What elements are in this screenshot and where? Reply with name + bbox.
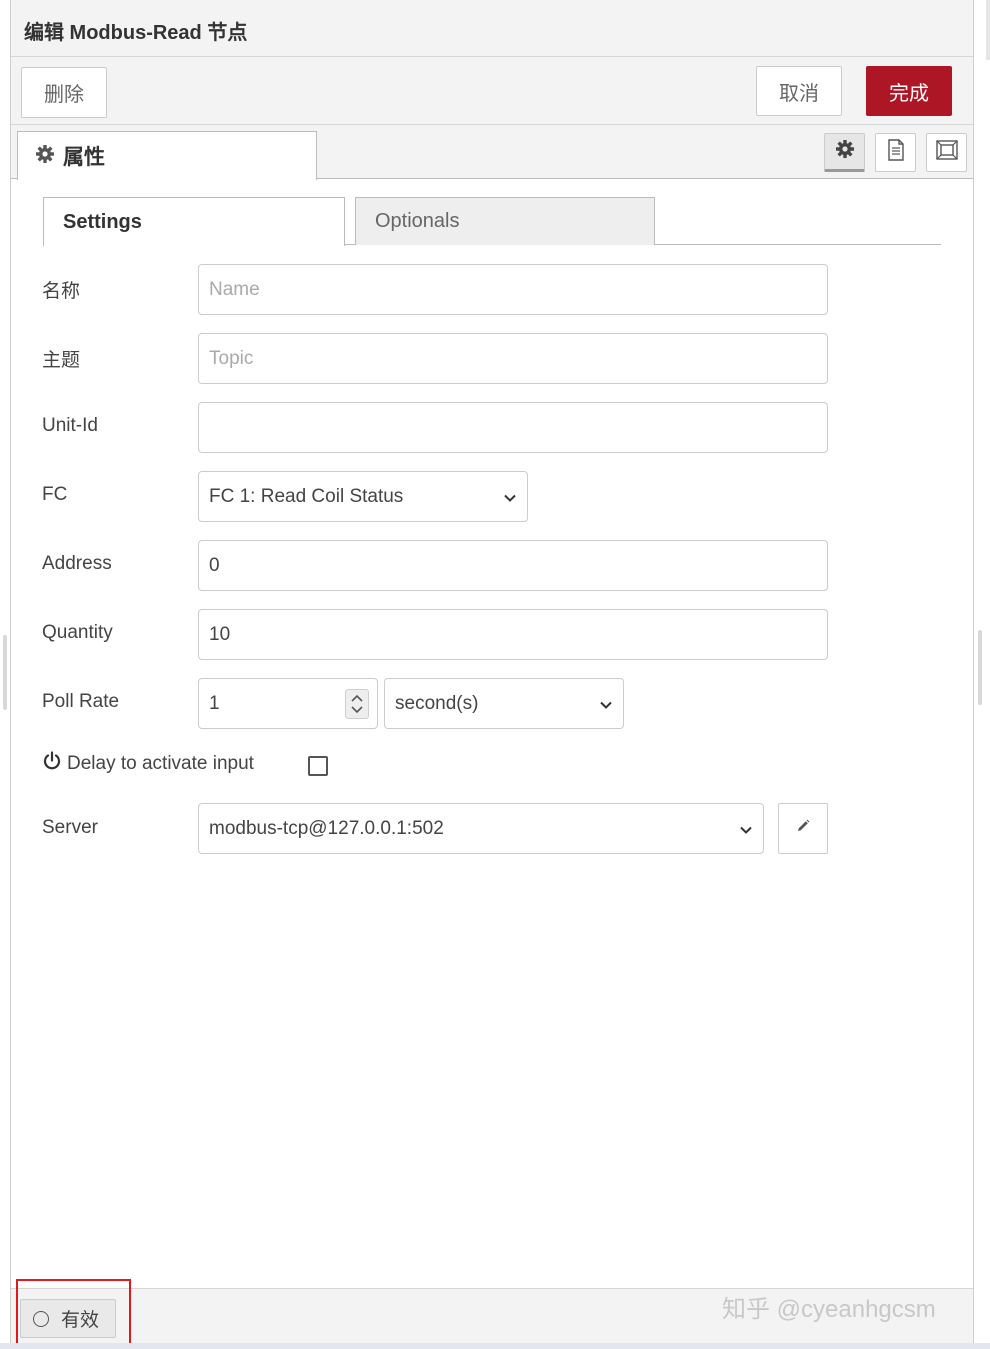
tray-title: 编辑 Modbus-Read 节点 — [24, 22, 248, 44]
right-resize-grip[interactable] — [978, 630, 982, 705]
tray-header: 编辑 Modbus-Read 节点 — [11, 0, 973, 57]
tab-settings[interactable]: Settings — [43, 197, 345, 246]
topic-input[interactable]: Topic — [198, 333, 828, 384]
name-input[interactable]: Name — [198, 264, 828, 315]
description-tab-button[interactable] — [875, 133, 916, 172]
tray-content: Settings Optionals 名称 Name 主题 Topic Unit… — [11, 180, 973, 1288]
highlight-box — [16, 1279, 131, 1345]
done-button[interactable]: 完成 — [866, 66, 952, 116]
stepper-arrows[interactable] — [345, 689, 369, 719]
edit-server-button[interactable] — [778, 803, 828, 854]
poll-rate-label: Poll Rate — [42, 691, 120, 712]
gear-icon — [835, 139, 855, 164]
node-subtabs: Settings Optionals — [43, 197, 941, 246]
unit-id-label: Unit-Id — [42, 415, 98, 436]
topic-label: 主题 — [42, 350, 81, 371]
poll-rate-unit-select[interactable]: second(s) — [384, 678, 624, 729]
cancel-button[interactable]: 取消 — [756, 66, 842, 116]
server-label: Server — [42, 817, 98, 838]
unit-id-input[interactable] — [198, 402, 828, 453]
delay-label-row: Delay to activate input — [42, 751, 254, 777]
address-label: Address — [42, 553, 112, 574]
tab-optionals[interactable]: Optionals — [355, 197, 655, 245]
quantity-label: Quantity — [42, 622, 113, 643]
tray-tabs: 属性 — [11, 125, 973, 180]
address-input[interactable]: 0 — [198, 540, 828, 591]
delete-button[interactable]: 删除 — [21, 67, 107, 118]
poll-rate-value: 1 — [209, 692, 220, 714]
server-select[interactable]: modbus-tcp@127.0.0.1:502 — [198, 803, 764, 854]
delay-checkbox[interactable] — [308, 756, 328, 776]
poll-rate-unit-value: second(s) — [395, 692, 479, 714]
right-panel-edge — [973, 0, 990, 1349]
chevron-down-icon — [599, 696, 613, 718]
tab-properties-label: 属性 — [63, 146, 105, 169]
delay-label: Delay to activate input — [67, 753, 254, 774]
left-panel-edge — [0, 0, 11, 1349]
chevron-down-icon — [739, 821, 753, 843]
document-icon — [886, 139, 906, 166]
bottom-strip — [0, 1343, 990, 1349]
power-icon — [42, 751, 62, 777]
fc-label: FC — [42, 484, 68, 505]
quantity-input[interactable]: 10 — [198, 609, 828, 660]
gear-icon — [35, 144, 55, 169]
fc-select-value: FC 1: Read Coil Status — [209, 485, 404, 507]
tray-toolbar: 删除 取消 完成 — [11, 57, 973, 125]
frame-icon — [935, 139, 959, 166]
edit-tray: 编辑 Modbus-Read 节点 删除 取消 完成 属性 Settings O… — [11, 0, 973, 1349]
tab-properties[interactable]: 属性 — [17, 131, 317, 180]
fc-select[interactable]: FC 1: Read Coil Status — [198, 471, 528, 522]
pencil-icon — [795, 818, 811, 839]
scrollbar-top — [986, 0, 990, 60]
poll-rate-stepper[interactable]: 1 — [198, 678, 378, 729]
server-select-value: modbus-tcp@127.0.0.1:502 — [209, 817, 444, 839]
chevron-down-icon — [503, 489, 517, 511]
watermark: 知乎 @cyeanhgcsm — [722, 1296, 936, 1323]
left-resize-grip[interactable] — [3, 635, 7, 710]
appearance-tab-button[interactable] — [926, 133, 967, 172]
name-label: 名称 — [42, 281, 81, 302]
settings-tab-button[interactable] — [824, 133, 865, 172]
